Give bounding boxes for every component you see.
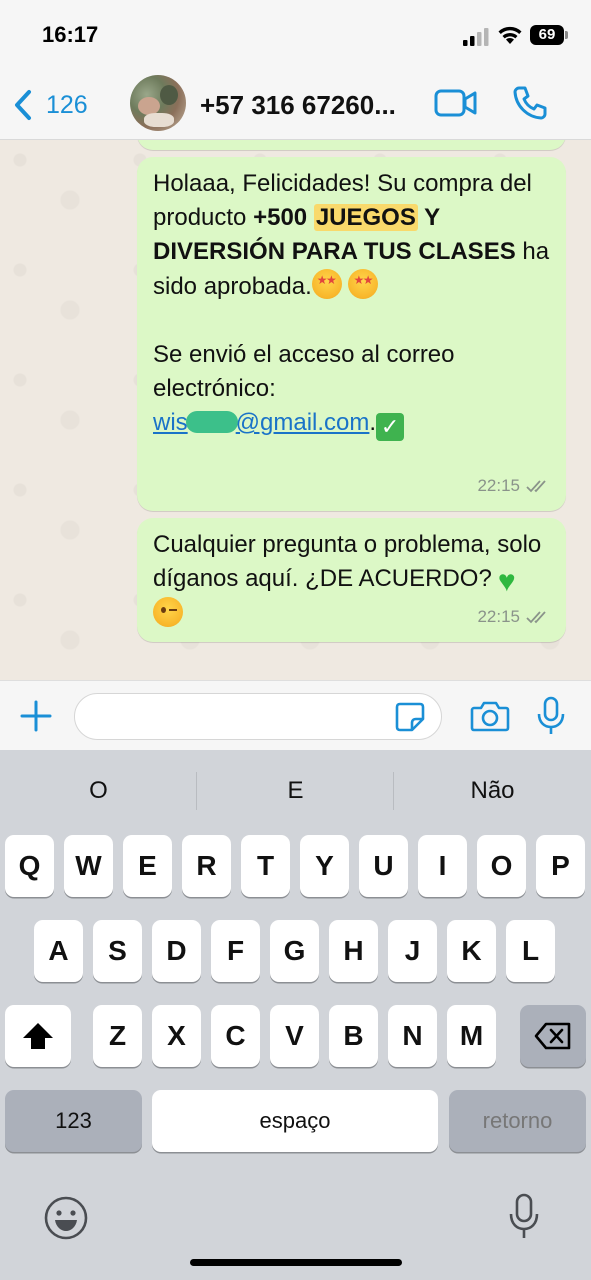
message-input[interactable] — [74, 693, 442, 740]
phone-call-icon[interactable] — [512, 85, 548, 121]
key-m[interactable]: M — [447, 1005, 496, 1067]
return-key[interactable]: retorno — [449, 1090, 586, 1152]
key-s[interactable]: S — [93, 920, 142, 982]
key-k[interactable]: K — [447, 920, 496, 982]
double-check-icon — [526, 611, 546, 624]
key-r[interactable]: R — [182, 835, 231, 897]
message-bubble[interactable]: Cualquier pregunta o problema, solo díga… — [137, 518, 566, 642]
chevron-left-icon — [15, 90, 31, 120]
numbers-key[interactable]: 123 — [5, 1090, 142, 1152]
check-mark-emoji-icon: ✓ — [376, 413, 405, 441]
message-bubble[interactable]: Holaaa, Felicidades! Su compra del produ… — [137, 157, 566, 511]
cellular-signal-icon — [463, 28, 489, 46]
key-w[interactable]: W — [64, 835, 113, 897]
key-f[interactable]: F — [211, 920, 260, 982]
video-call-icon[interactable] — [434, 88, 478, 118]
key-t[interactable]: T — [241, 835, 290, 897]
previous-message-bubble[interactable] — [137, 140, 566, 150]
dictation-microphone-icon[interactable] — [508, 1192, 540, 1242]
shift-key[interactable] — [5, 1005, 71, 1067]
message-meta: 22:15 — [477, 469, 550, 503]
battery-icon: 69 — [530, 25, 568, 45]
suggestion-item[interactable]: O — [0, 750, 197, 832]
shift-icon — [23, 1023, 53, 1049]
redaction-mark — [185, 411, 238, 433]
space-key[interactable]: espaço — [152, 1090, 438, 1152]
chat-area[interactable]: Holaaa, Felicidades! Su compra del produ… — [0, 140, 591, 680]
wifi-icon — [498, 26, 522, 44]
plus-icon[interactable] — [18, 698, 54, 734]
message-text: Holaaa, Felicidades! Su compra del produ… — [153, 167, 550, 441]
email-link[interactable]: wis @gmail.com — [153, 409, 369, 436]
sticker-icon[interactable] — [394, 701, 426, 733]
suggestion-item[interactable]: E — [197, 750, 394, 832]
highlighted-text: JUEGOS — [313, 204, 418, 231]
microphone-icon[interactable] — [535, 696, 567, 736]
battery-level: 69 — [530, 25, 564, 45]
status-time: 16:17 — [42, 22, 99, 47]
key-p[interactable]: P — [536, 835, 585, 897]
winking-face-emoji-icon — [153, 597, 183, 627]
camera-icon[interactable] — [470, 699, 510, 733]
avatar[interactable] — [130, 75, 186, 131]
key-b[interactable]: B — [329, 1005, 378, 1067]
key-e[interactable]: E — [123, 835, 172, 897]
emoji-keyboard-icon[interactable] — [43, 1195, 89, 1241]
unread-count: 126 — [46, 90, 88, 119]
key-x[interactable]: X — [152, 1005, 201, 1067]
key-h[interactable]: H — [329, 920, 378, 982]
message-composer — [0, 680, 591, 750]
star-struck-emoji-icon — [348, 269, 379, 299]
back-button[interactable]: 126 — [12, 86, 88, 124]
star-struck-emoji-icon — [311, 269, 342, 299]
key-z[interactable]: Z — [93, 1005, 142, 1067]
message-time: 22:15 — [477, 476, 520, 495]
chat-header: 126 +57 316 67260... — [0, 70, 591, 140]
key-j[interactable]: J — [388, 920, 437, 982]
key-q[interactable]: Q — [5, 835, 54, 897]
key-y[interactable]: Y — [300, 835, 349, 897]
key-a[interactable]: A — [34, 920, 83, 982]
key-g[interactable]: G — [270, 920, 319, 982]
key-o[interactable]: O — [477, 835, 526, 897]
key-l[interactable]: L — [506, 920, 555, 982]
backspace-key[interactable] — [520, 1005, 586, 1067]
message-meta: 22:15 — [477, 600, 550, 634]
key-d[interactable]: D — [152, 920, 201, 982]
key-c[interactable]: C — [211, 1005, 260, 1067]
message-time: 22:15 — [477, 607, 520, 626]
suggestion-item[interactable]: Não — [394, 750, 591, 832]
suggestion-bar: O E Não — [0, 750, 591, 832]
backspace-icon — [534, 1022, 571, 1050]
green-heart-emoji-icon: ♥ — [497, 565, 516, 598]
contact-name[interactable]: +57 316 67260... — [200, 90, 396, 121]
home-indicator[interactable] — [190, 1259, 402, 1266]
double-check-icon — [526, 480, 546, 493]
key-n[interactable]: N — [388, 1005, 437, 1067]
key-i[interactable]: I — [418, 835, 467, 897]
key-u[interactable]: U — [359, 835, 408, 897]
status-bar: 16:17 69 — [0, 0, 591, 70]
key-v[interactable]: V — [270, 1005, 319, 1067]
